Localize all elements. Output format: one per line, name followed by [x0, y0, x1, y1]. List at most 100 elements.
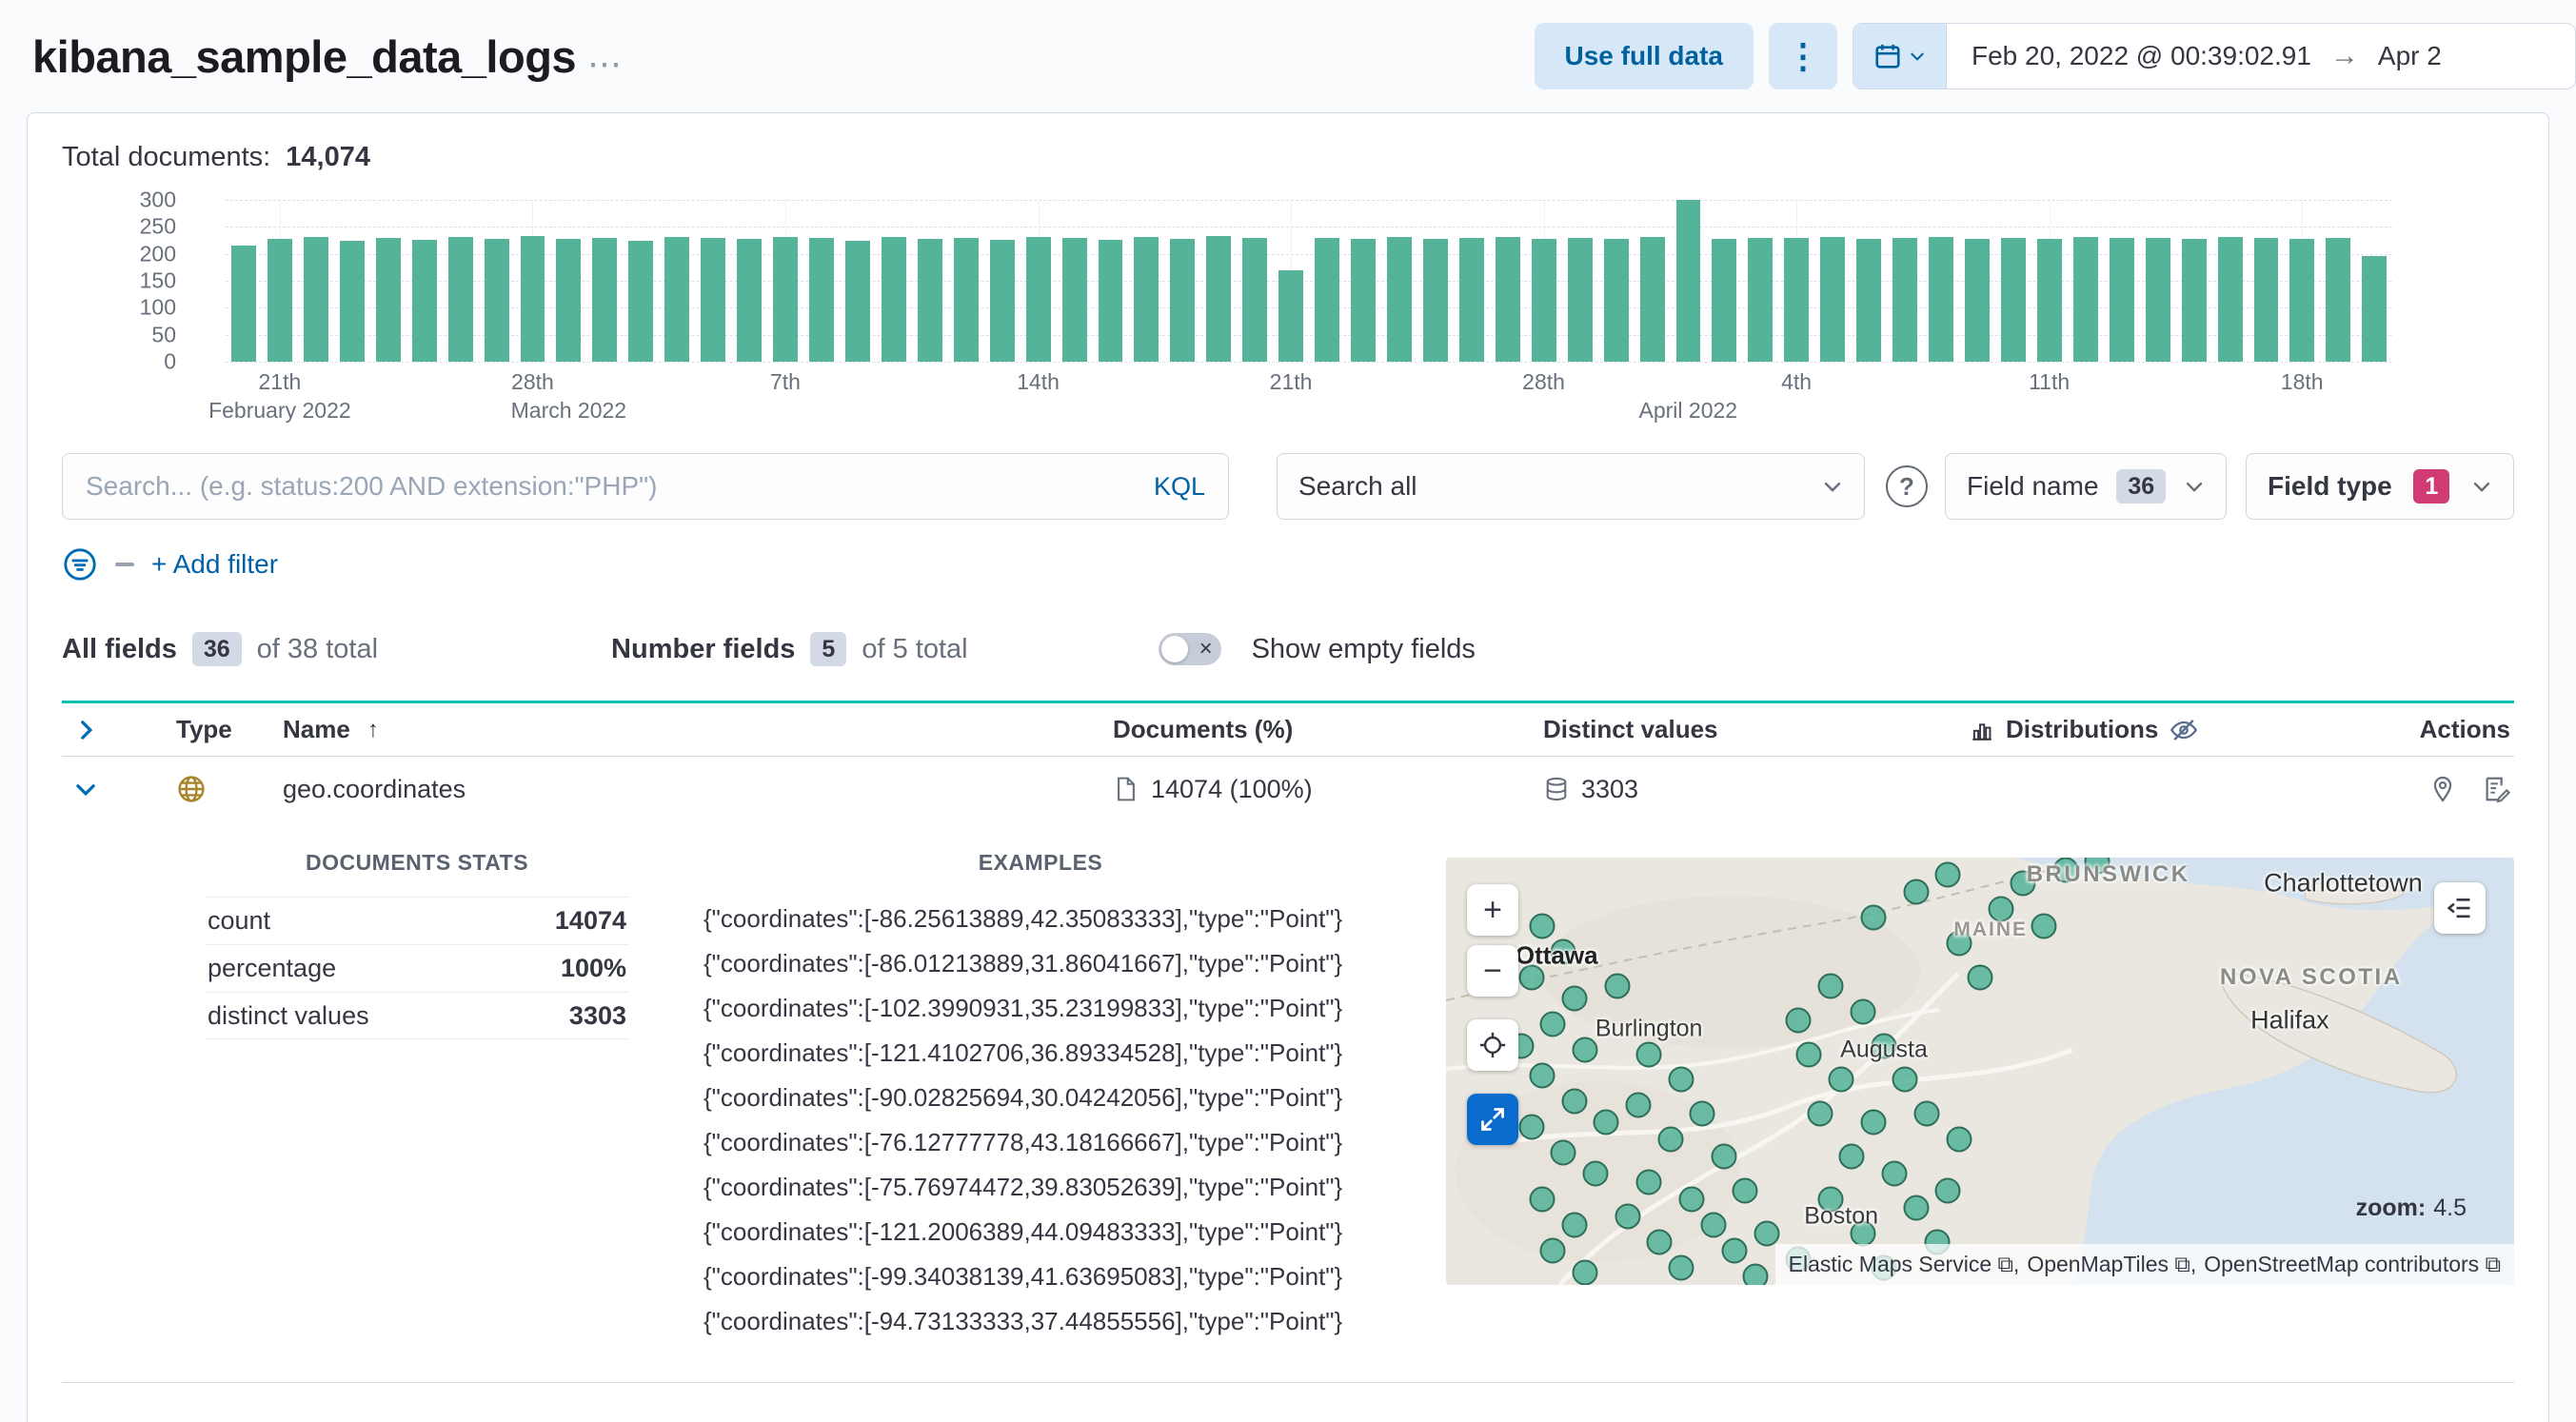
zoom-value: 4.5 — [2433, 1195, 2467, 1221]
histogram-bar — [989, 239, 1015, 362]
stat-row: distinct values 3303 — [206, 992, 628, 1039]
histogram-bar — [1315, 237, 1340, 362]
map-point — [1742, 1263, 1769, 1285]
field-name-filter[interactable]: Field name 36 — [1945, 453, 2227, 520]
map-point — [1913, 1100, 1940, 1127]
histogram-bar — [773, 236, 798, 362]
x-tick-label: 28th — [1522, 369, 1565, 394]
x-tick-label: 7th — [769, 369, 801, 394]
histogram-bar — [2036, 239, 2062, 362]
histogram-bar — [1675, 200, 1701, 362]
histogram-bar — [1278, 269, 1304, 362]
map-point — [1518, 1114, 1545, 1140]
histogram-bar — [737, 239, 763, 362]
field-type-filter[interactable]: Field type 1 — [2246, 453, 2514, 520]
stat-label: distinct values — [208, 1000, 369, 1030]
histogram-bar — [1784, 238, 1810, 362]
column-header-distinct-values[interactable]: Distinct values — [1532, 715, 1958, 744]
help-icon[interactable]: ? — [1886, 465, 1928, 507]
attribution-link[interactable]: Elastic Maps Service ⧉, — [1789, 1252, 2020, 1277]
map-point — [1754, 1220, 1780, 1247]
view-in-maps-button[interactable] — [2428, 775, 2457, 803]
show-empty-group: × Show empty fields — [1158, 633, 1476, 665]
all-fields-total: of 38 total — [256, 633, 379, 664]
column-header-documents[interactable]: Documents (%) — [1101, 715, 1532, 744]
map-point — [1881, 1160, 1908, 1187]
map-point — [1946, 1126, 1972, 1153]
column-header-type[interactable]: Type — [176, 715, 283, 744]
histogram-bar — [664, 237, 690, 362]
filter-bar: + Add filter — [62, 546, 2514, 583]
fit-to-data-button[interactable] — [1467, 1019, 1518, 1071]
field-type-label: Field type — [2268, 471, 2392, 501]
stat-value: 14074 — [554, 906, 626, 935]
map-point — [1795, 1041, 1822, 1068]
chevron-down-icon — [1824, 483, 1841, 492]
histogram-bar — [1892, 237, 1918, 362]
map-point — [1539, 1011, 1566, 1037]
examples-section: EXAMPLES {"coordinates":[-86.25613889,42… — [628, 837, 1446, 1344]
x-tick-label: 14th — [1017, 369, 1060, 394]
calendar-icon — [1875, 44, 1900, 69]
eye-slash-icon[interactable] — [2170, 716, 2198, 744]
map-point — [1903, 879, 1930, 905]
histogram-bar — [628, 240, 654, 362]
sampling-menu-button[interactable]: ⋮ — [1769, 23, 1837, 89]
quick-select-button[interactable] — [1853, 24, 1947, 89]
fields-table: Type Name ↑ Documents (%) Distinct value… — [62, 701, 2514, 1383]
map-label: Charlottetown — [2264, 868, 2423, 898]
add-filter-button[interactable]: + Add filter — [151, 549, 278, 580]
page: kibana_sample_data_logs ⋯ Use full data … — [0, 0, 2576, 1422]
geo-point-icon — [178, 776, 205, 802]
search-row: KQL Search all ? Field name 36 Field typ… — [62, 453, 2514, 520]
collapse-row-button[interactable] — [62, 777, 176, 801]
use-full-data-button[interactable]: Use full data — [1534, 23, 1754, 89]
map-point — [1689, 1100, 1715, 1127]
column-header-distributions[interactable]: Distributions — [1958, 715, 2371, 744]
zoom-out-button[interactable]: − — [1467, 945, 1518, 997]
number-fields-label: Number fields — [611, 633, 796, 664]
map-point — [1721, 1237, 1748, 1264]
map-point — [2031, 913, 2057, 939]
legend-toggle-button[interactable] — [2434, 882, 2486, 934]
all-fields-label: All fields — [62, 633, 177, 664]
histogram-bar — [1567, 237, 1593, 362]
example-value: {"coordinates":[-86.01213889,31.86041667… — [703, 949, 1343, 978]
show-empty-fields-toggle[interactable]: × — [1158, 633, 1221, 665]
documents-histogram: 300 250 200 150 100 50 0 21th 28th 7th 14th 21th 28… — [62, 188, 2392, 430]
example-value: {"coordinates":[-94.73133333,37.44855556… — [703, 1307, 1343, 1335]
filter-icon[interactable] — [62, 546, 98, 583]
example-value: {"coordinates":[-99.34038139,41.63695083… — [703, 1262, 1343, 1291]
field-name-cell: geo.coordinates — [283, 774, 466, 803]
zoom-in-button[interactable]: + — [1467, 884, 1518, 936]
total-documents: Total documents: 14,074 — [62, 142, 2514, 173]
histogram-bar — [447, 237, 473, 362]
search-input[interactable] — [86, 471, 1139, 502]
map-point — [1711, 1143, 1737, 1170]
histogram-bar — [2109, 238, 2134, 362]
attribution-link[interactable]: OpenMapTiles ⧉, — [2027, 1252, 2196, 1277]
date-end[interactable]: Apr 2 — [2378, 41, 2442, 71]
total-documents-label: Total documents: — [62, 142, 271, 172]
example-value: {"coordinates":[-102.3990931,35.23199833… — [703, 994, 1343, 1022]
edit-field-button[interactable] — [2482, 775, 2510, 803]
y-tick-label: 150 — [139, 267, 176, 293]
expand-all-button[interactable] — [62, 718, 176, 742]
kql-button[interactable]: KQL — [1154, 472, 1205, 502]
histogram-bar — [1748, 237, 1773, 362]
arrow-right-icon: → — [2329, 40, 2359, 71]
expand-map-button[interactable] — [1467, 1094, 1518, 1145]
map-point — [1604, 973, 1631, 999]
histogram-bar — [375, 237, 401, 362]
histogram-bar — [1820, 237, 1846, 362]
x-axis-labels: 21th 28th 7th 14th 21th 28th 4th 11th 18th Februa… — [208, 369, 2392, 430]
map-point — [1850, 998, 1876, 1025]
map-point — [1529, 913, 1556, 939]
date-start[interactable]: Feb 20, 2022 @ 00:39:02.91 — [1972, 41, 2311, 71]
data-view-options-icon[interactable]: ⋯ — [587, 44, 622, 84]
column-header-name[interactable]: Name ↑ — [283, 715, 1101, 744]
search-all-select[interactable]: Search all — [1277, 453, 1865, 520]
attribution-link[interactable]: OpenStreetMap contributors ⧉ — [2204, 1252, 2501, 1277]
geo-map[interactable]: BRUNSWICK Charlottetown MAINE NOVA SCOTIA Ha… — [1446, 858, 2514, 1285]
map-point — [1572, 1037, 1598, 1063]
